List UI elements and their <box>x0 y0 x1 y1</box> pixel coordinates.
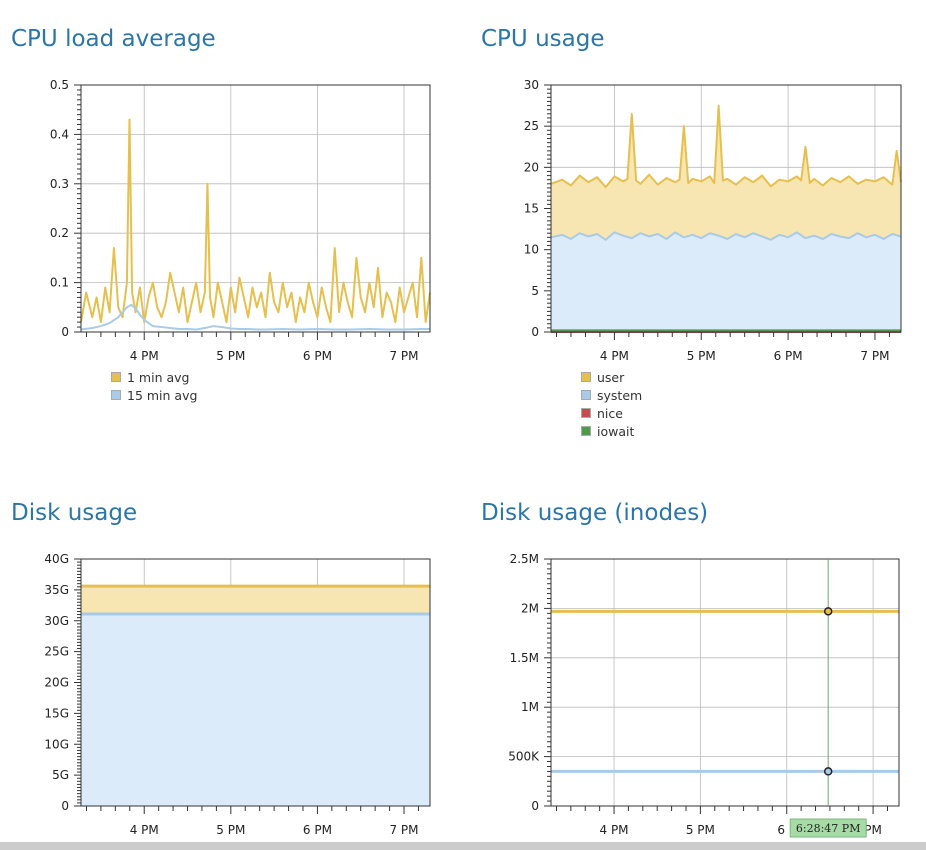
x-tick-label: 5 PM <box>216 349 245 363</box>
legend-item-iowait: iowait <box>581 422 642 440</box>
legend-label: system <box>597 387 643 403</box>
legend-item-nice: nice <box>581 404 642 422</box>
y-tick-label: 1.5M <box>510 651 539 665</box>
y-tick-label: 0.1 <box>50 276 69 290</box>
y-tick-label: 5G <box>52 768 69 782</box>
hover-point-free <box>823 767 833 776</box>
y-tick-label: 25 <box>524 119 539 133</box>
y-tick-label: 35G <box>44 583 69 597</box>
series-line-user <box>550 104 902 189</box>
horizontal-scrollbar[interactable] <box>0 842 926 850</box>
legend-label: nice <box>597 405 623 421</box>
x-tick-label: 5 PM <box>216 823 245 837</box>
x-tick-label: 6 PM <box>303 349 332 363</box>
legend-swatch <box>581 372 591 382</box>
legend-item-user: user <box>581 368 642 386</box>
legend-label: 15 min avg <box>127 387 198 403</box>
legend-item-1-min-avg: 1 min avg <box>111 368 197 386</box>
y-tick-label: 2M <box>521 601 539 615</box>
x-tick-label: 4 PM <box>600 349 629 363</box>
disk-usage-title: Disk usage <box>11 500 138 526</box>
x-tick-label: PM <box>864 823 882 837</box>
series-area-system <box>551 232 901 332</box>
legend-label: 1 min avg <box>127 369 190 385</box>
cpu-load-legend: 1 min avg 15 min avg <box>111 368 197 404</box>
cpu-usage-title: CPU usage <box>481 26 605 52</box>
y-tick-label: 1M <box>521 700 539 714</box>
y-tick-label: 25G <box>44 645 69 659</box>
y-tick-label: 0.4 <box>50 127 69 141</box>
y-tick-label: 15 <box>524 202 539 216</box>
y-tick-label: 20 <box>524 160 539 174</box>
hover-point-used <box>823 607 833 616</box>
y-tick-label: 5 <box>531 284 539 298</box>
y-tick-label: 10 <box>524 243 539 257</box>
disk-inodes-chart[interactable]: 0500K1M1.5M2M2.5M4 PM 5 PM 6 P PM6:28:47 PM <box>470 544 926 844</box>
y-tick-label: 15G <box>44 706 69 720</box>
y-tick-label: 0 <box>531 325 539 339</box>
legend-swatch <box>111 390 121 400</box>
cpu-load-chart[interactable]: 0 0.1 0.2 0.3 0.4 0.5 4 PM 5 PM 6 PM 7 PM <box>0 70 460 370</box>
legend-swatch <box>111 372 121 382</box>
legend-swatch <box>581 426 591 436</box>
x-tick-label: 4 PM <box>130 823 159 837</box>
y-tick-label: 30G <box>44 614 69 628</box>
legend-label: iowait <box>597 423 635 439</box>
y-tick-label: 0.5 <box>50 78 69 92</box>
legend-item-system: system <box>581 386 642 404</box>
y-tick-label: 0 <box>61 325 69 339</box>
plot-border <box>550 558 900 807</box>
y-tick-label: 2.5M <box>510 552 539 566</box>
disk-inodes-title: Disk usage (inodes) <box>481 500 709 526</box>
x-tick-label: 4 PM <box>600 823 629 837</box>
legend-item-15-min-avg: 15 min avg <box>111 386 197 404</box>
y-tick-label: 0 <box>61 799 69 813</box>
x-tick-label: 7 PM <box>860 349 889 363</box>
cpu-load-title: CPU load average <box>11 26 216 52</box>
cpu-usage-chart[interactable]: 0 5 10 15 20 25 30 4 PM 5 PM 6 PM 7 PM <box>470 70 926 370</box>
legend-swatch <box>581 390 591 400</box>
y-tick-label: 0.2 <box>50 226 69 240</box>
y-tick-label: 30 <box>524 78 539 92</box>
series-line-15 min avg <box>80 303 430 331</box>
x-tick-label: 7 PM <box>389 823 418 837</box>
y-tick-label: 500K <box>508 750 540 764</box>
disk-usage-chart[interactable]: 0 5G 10G 15G 20G 25G 30G 35G 40G 4 PM 5 PM 6 PM 7 PM <box>0 544 460 844</box>
y-tick-label: 40G <box>44 552 69 566</box>
legend-swatch <box>581 408 591 418</box>
x-tick-label: 5 PM <box>686 823 715 837</box>
cpu-usage-legend: user system nice iowait <box>581 368 642 440</box>
y-tick-label: 0 <box>531 799 539 813</box>
y-tick-label: 0.3 <box>50 177 69 191</box>
x-tick-label: 4 PM <box>130 349 159 363</box>
y-tick-label: 20G <box>44 676 69 690</box>
x-tick-label: 7 PM <box>389 349 418 363</box>
y-tick-label: 10G <box>44 737 69 751</box>
series-line-1 min avg <box>80 118 431 324</box>
hover-tooltip-text: 6:28:47 PM <box>796 822 861 835</box>
x-tick-label: 5 PM <box>687 349 716 363</box>
x-tick-label: 6 PM <box>303 823 332 837</box>
series-area-free <box>81 613 430 806</box>
x-tick-label: 6 PM <box>774 349 803 363</box>
legend-label: user <box>597 369 625 385</box>
